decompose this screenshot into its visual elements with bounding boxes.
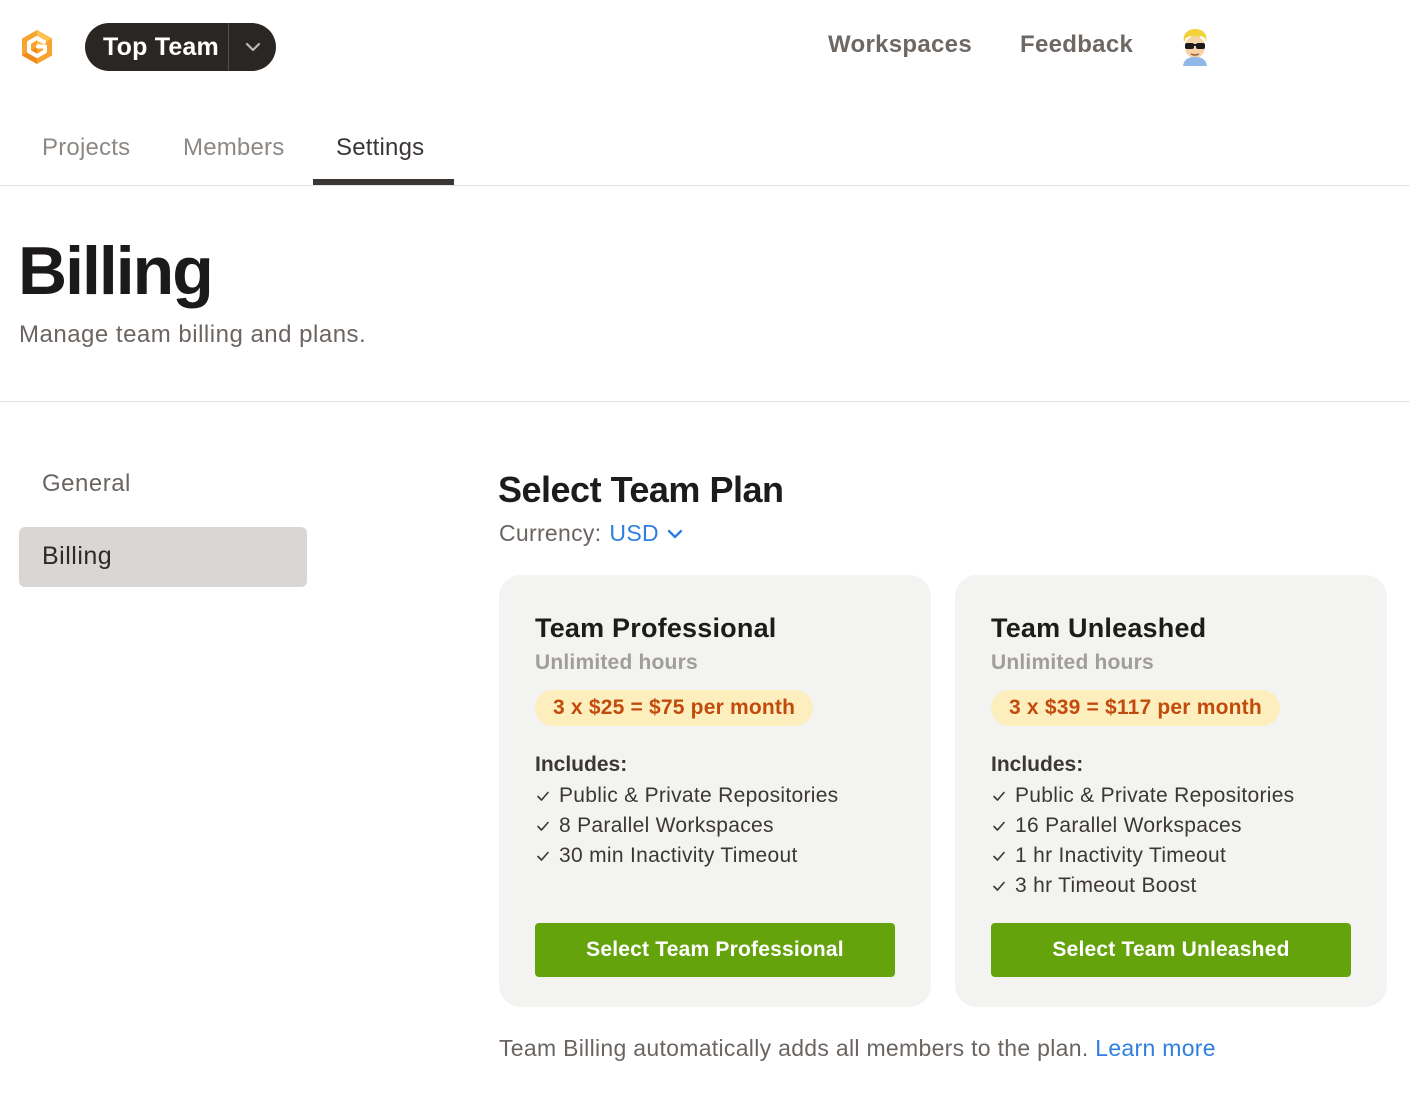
check-icon <box>991 788 1007 804</box>
billing-footnote: Team Billing automatically adds all memb… <box>499 1035 1216 1062</box>
feature-list: Public & Private Repositories 16 Paralle… <box>991 781 1295 901</box>
feature-text: 8 Parallel Workspaces <box>559 814 774 837</box>
plan-price-badge: 3 x $39 = $117 per month <box>991 690 1280 726</box>
plan-card-team-professional: Team Professional Unlimited hours 3 x $2… <box>499 575 931 1007</box>
tab-members[interactable]: Members <box>183 134 284 162</box>
tab-projects[interactable]: Projects <box>42 134 130 162</box>
plan-price-badge: 3 x $25 = $75 per month <box>535 690 814 726</box>
check-icon <box>991 878 1007 894</box>
team-switcher[interactable]: Top Team <box>85 23 276 71</box>
feature-item: 3 hr Timeout Boost <box>991 871 1295 901</box>
feature-text: Public & Private Repositories <box>559 784 839 807</box>
plan-hours: Unlimited hours <box>535 651 698 674</box>
feature-item: 30 min Inactivity Timeout <box>535 841 839 871</box>
page-subtitle: Manage team billing and plans. <box>19 321 367 348</box>
currency-label: Currency: <box>499 520 602 546</box>
section-heading: Select Team Plan <box>498 469 784 510</box>
feature-text: 3 hr Timeout Boost <box>1015 874 1197 897</box>
includes-label: Includes: <box>535 753 628 776</box>
footnote-text: Team Billing automatically adds all memb… <box>499 1035 1089 1061</box>
feature-text: 30 min Inactivity Timeout <box>559 844 798 867</box>
currency-selector: Currency: USD <box>499 520 683 547</box>
app-logo-icon[interactable] <box>18 28 56 66</box>
sidebar-item-label: Billing <box>42 542 113 570</box>
feature-text: 1 hr Inactivity Timeout <box>1015 844 1227 867</box>
nav-workspaces[interactable]: Workspaces <box>828 31 972 59</box>
active-tab-indicator <box>313 179 454 185</box>
learn-more-link[interactable]: Learn more <box>1095 1035 1216 1061</box>
currency-dropdown[interactable]: USD <box>609 520 658 547</box>
chevron-down-icon[interactable] <box>667 529 683 539</box>
feature-text: 16 Parallel Workspaces <box>1015 814 1242 837</box>
feature-item: 16 Parallel Workspaces <box>991 811 1295 841</box>
plan-card-team-unleashed: Team Unleashed Unlimited hours 3 x $39 =… <box>955 575 1387 1007</box>
page-title: Billing <box>18 233 214 309</box>
feature-text: Public & Private Repositories <box>1015 784 1295 807</box>
includes-label: Includes: <box>991 753 1084 776</box>
nav-feedback[interactable]: Feedback <box>1020 31 1133 59</box>
check-icon <box>991 818 1007 834</box>
check-icon <box>535 848 551 864</box>
feature-item: Public & Private Repositories <box>991 781 1295 811</box>
select-team-professional-button[interactable]: Select Team Professional <box>535 923 895 977</box>
feature-item: Public & Private Repositories <box>535 781 839 811</box>
sidebar-item-general[interactable]: General <box>42 470 131 498</box>
feature-item: 8 Parallel Workspaces <box>535 811 839 841</box>
plan-hours: Unlimited hours <box>991 651 1154 674</box>
plan-name: Team Professional <box>535 613 777 643</box>
divider <box>0 401 1410 402</box>
feature-item: 1 hr Inactivity Timeout <box>991 841 1295 871</box>
check-icon <box>991 848 1007 864</box>
feature-list: Public & Private Repositories 8 Parallel… <box>535 781 839 871</box>
select-team-unleashed-button[interactable]: Select Team Unleashed <box>991 923 1351 977</box>
check-icon <box>535 818 551 834</box>
plan-name: Team Unleashed <box>991 613 1207 643</box>
team-name[interactable]: Top Team <box>85 33 228 62</box>
user-avatar[interactable] <box>1178 28 1212 66</box>
check-icon <box>535 788 551 804</box>
sidebar-item-billing[interactable]: Billing <box>19 527 307 587</box>
settings-tabs: Projects Members Settings <box>0 120 1410 186</box>
tab-settings[interactable]: Settings <box>336 134 424 162</box>
chevron-down-icon[interactable] <box>229 42 276 52</box>
